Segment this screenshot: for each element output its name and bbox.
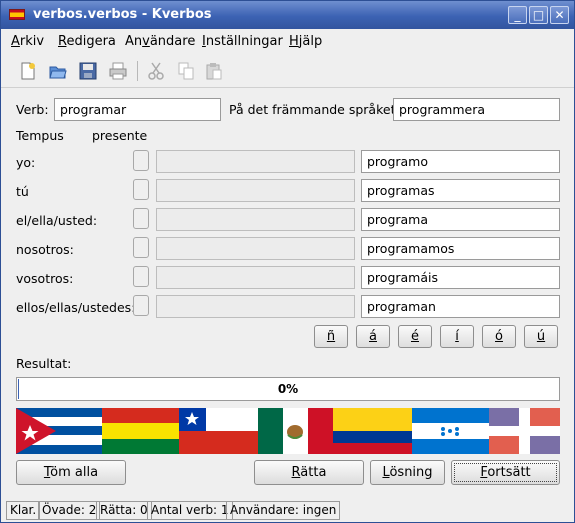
pronoun-label: nosotros: [16, 242, 74, 257]
answer-input[interactable] [156, 295, 355, 318]
menu-redigera[interactable]: Redigera [58, 34, 116, 49]
window-title: verbos.verbos - Kverbos [33, 7, 212, 22]
status-bar: Klar. Övade: 2 Rätta: 0 Antal verb: 1 An… [1, 499, 574, 522]
toolbar [1, 55, 574, 88]
status-practiced: Övade: 2 [38, 501, 101, 520]
new-icon[interactable] [15, 59, 41, 83]
result-indicator [133, 237, 149, 258]
result-indicator [133, 266, 149, 287]
solution-input[interactable]: programas [361, 179, 560, 202]
paste-icon[interactable] [201, 59, 227, 83]
spain-flag-icon [9, 9, 25, 20]
char-u-acute-button[interactable]: ú [524, 325, 558, 348]
cuba-flag-icon [16, 408, 102, 454]
char-i-acute-button[interactable]: í [440, 325, 474, 348]
status-user: Användare: ingen [226, 501, 341, 520]
solution-input[interactable]: programan [361, 295, 560, 318]
menu-anvandare[interactable]: Användare [125, 34, 195, 49]
status-correct: Rätta: 0 [96, 501, 152, 520]
pronoun-label: ellos/ellas/ustedes: [16, 300, 136, 315]
pronoun-label: tú [16, 184, 29, 199]
toolbar-separator [137, 61, 138, 81]
foreign-language-label: På det främmande språket: [229, 102, 400, 117]
char-a-acute-button[interactable]: á [356, 325, 390, 348]
print-icon[interactable] [105, 59, 131, 83]
pronoun-label: yo: [16, 155, 36, 170]
bolivia-flag-icon [102, 408, 179, 454]
clear-all-button[interactable]: Töm alla [16, 460, 126, 485]
honduras-flag-icon [412, 408, 489, 454]
mexico-flag-icon [258, 408, 333, 454]
tense-value: presente [92, 128, 148, 143]
open-icon[interactable] [45, 59, 71, 83]
pronoun-label: el/ella/usted: [16, 213, 98, 228]
chile-flag-icon [179, 408, 258, 454]
verb-input[interactable]: programar [54, 98, 221, 121]
answer-input[interactable] [156, 208, 355, 231]
result-label: Resultat: [16, 356, 72, 371]
answer-input[interactable] [156, 266, 355, 289]
copy-icon[interactable] [173, 59, 199, 83]
pronoun-label: vosotros: [16, 271, 74, 286]
solution-button[interactable]: Lösning [370, 460, 445, 485]
dominican-republic-flag-icon [489, 408, 560, 454]
answer-input[interactable] [156, 179, 355, 202]
result-indicator [133, 150, 149, 171]
char-e-acute-button[interactable]: é [398, 325, 432, 348]
solution-input[interactable]: programa [361, 208, 560, 231]
correct-button[interactable]: Rätta [254, 460, 364, 485]
solution-input[interactable]: programo [361, 150, 560, 173]
title-bar[interactable]: verbos.verbos - Kverbos _ □ ✕ [1, 1, 574, 29]
minimize-button[interactable]: _ [508, 6, 527, 24]
verb-label: Verb: [16, 102, 49, 117]
maximize-button[interactable]: □ [529, 6, 548, 24]
solution-input[interactable]: programamos [361, 237, 560, 260]
save-icon[interactable] [75, 59, 101, 83]
char-o-acute-button[interactable]: ó [482, 325, 516, 348]
progress-text: 0% [277, 382, 299, 396]
menu-bar: Arkiv Redigera Användare Inställningar H… [1, 30, 574, 52]
foreign-verb-input[interactable]: programmera [393, 98, 560, 121]
result-indicator [133, 208, 149, 229]
colombia-flag-icon [333, 408, 412, 454]
close-button[interactable]: ✕ [550, 6, 569, 24]
tense-label: Tempus [16, 128, 64, 143]
menu-installningar[interactable]: Inställningar [202, 34, 283, 49]
menu-hjalp[interactable]: Hjälp [289, 34, 322, 49]
answer-input[interactable] [156, 150, 355, 173]
result-indicator [133, 295, 149, 316]
menu-arkiv[interactable]: Arkiv [11, 34, 44, 49]
status-verb-count: Antal verb: 1 [147, 501, 233, 520]
status-ready: Klar. [6, 501, 41, 520]
char-n-tilde-button[interactable]: ñ [314, 325, 348, 348]
result-indicator [133, 179, 149, 200]
answer-input[interactable] [156, 237, 355, 260]
continue-button[interactable]: Fortsätt [451, 460, 560, 485]
flag-strip [16, 408, 560, 454]
app-window: verbos.verbos - Kverbos _ □ ✕ Arkiv Redi… [0, 0, 575, 523]
cut-icon[interactable] [143, 59, 169, 83]
result-progress-bar: 0% [16, 377, 560, 401]
solution-input[interactable]: programáis [361, 266, 560, 289]
